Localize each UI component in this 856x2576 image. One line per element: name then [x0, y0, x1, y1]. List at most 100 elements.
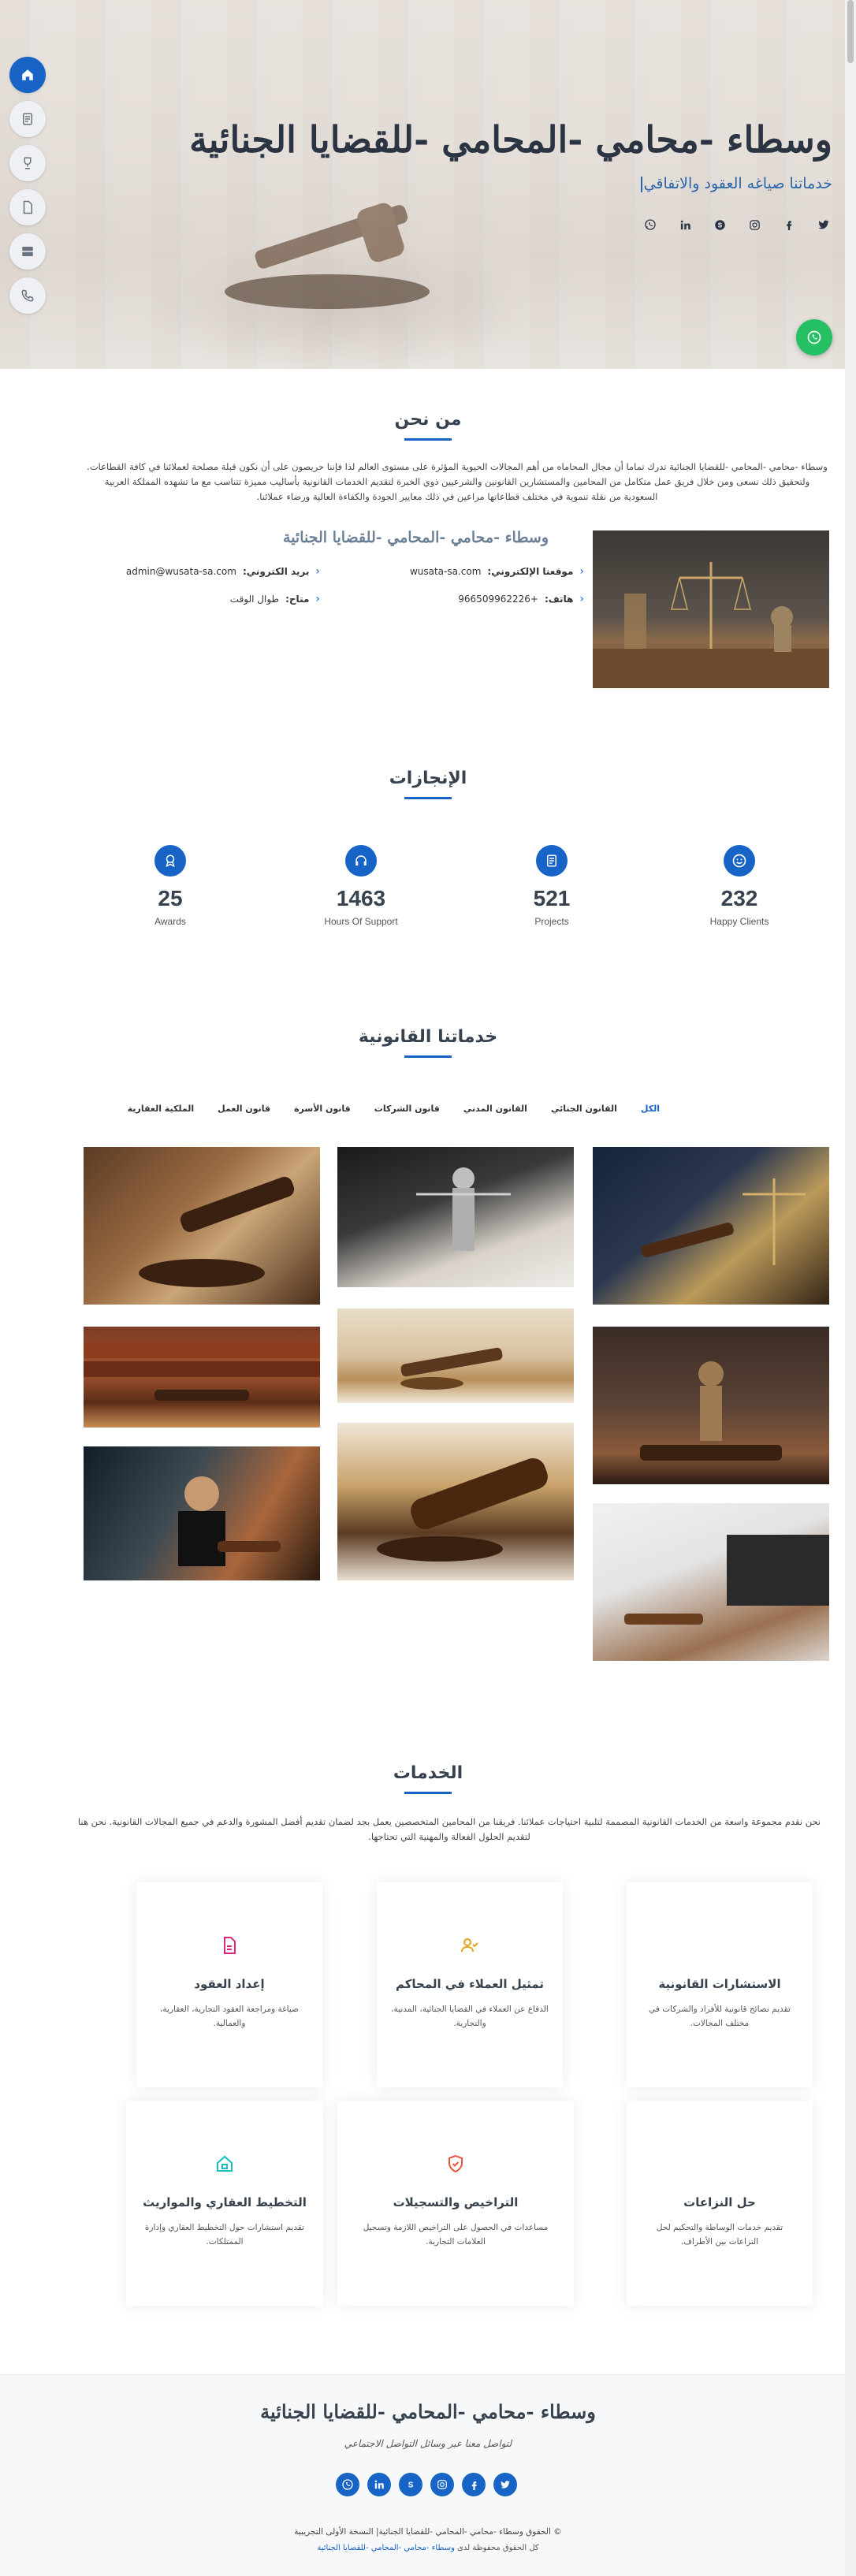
about-description: وسطاء -محامي -المحامي -للقضايا الجنائية … [87, 461, 828, 502]
whatsapp-icon [807, 330, 821, 344]
filter-family-law[interactable]: قانون الأسرة [294, 1104, 351, 1114]
filter-criminal-law[interactable]: القانون الجنائي [551, 1104, 617, 1114]
service-card-estate-planning[interactable]: التخطيط العقاري والمواريث تقديم استشارات… [126, 2101, 323, 2306]
gavel-books-image [139, 1176, 295, 1287]
info-email: ‹ بريد الكتروني: admin@wusata-sa.com [126, 565, 320, 578]
facebook-icon[interactable] [462, 2473, 486, 2496]
portfolio-item[interactable] [593, 1327, 829, 1484]
info-phone-value[interactable]: +966509962226 [458, 594, 538, 605]
gavel-scales-image [641, 1178, 806, 1265]
portfolio-item[interactable] [593, 1503, 829, 1661]
footer-title: وسطاء -محامي -المحامي -للقضايا الجنائية [260, 2400, 596, 2423]
info-website-value[interactable]: wusata-sa.com [410, 566, 481, 577]
portfolio-item[interactable] [593, 1147, 829, 1305]
service-title: تمثيل العملاء في المحاكم [395, 1977, 545, 1991]
stat-label: Happy Clients [709, 916, 769, 927]
skype-icon[interactable]: S [711, 216, 728, 233]
service-title: حل النزاعات [683, 2195, 756, 2209]
whatsapp-icon[interactable] [336, 2473, 359, 2496]
stat-value: 25 [158, 886, 183, 910]
linkedin-icon[interactable] [367, 2473, 391, 2496]
service-title: التخطيط العقاري والمواريث [143, 2195, 307, 2209]
hero-social-links: S [123, 216, 832, 233]
file-icon [23, 200, 32, 214]
facebook-icon[interactable] [780, 216, 798, 233]
portfolio-item[interactable] [84, 1147, 320, 1305]
scrollbar-thumb[interactable] [847, 0, 854, 63]
service-description: صياغة ومراجعة العقود التجارية، العقارية،… [160, 2005, 299, 2028]
service-card-licenses[interactable]: التراخيص والتسجيلات مساعدات في الحصول عل… [337, 2101, 574, 2306]
service-card-contracts[interactable]: إعداد العقود صياغة ومراجعة العقود التجار… [136, 1882, 322, 2087]
footer-social-links: S [336, 2473, 517, 2496]
nav-services-button[interactable] [9, 233, 46, 270]
shield-check-icon [709, 1934, 731, 1956]
hero-section: وسطاء -محامي -المحامي -للقضايا الجنائية … [0, 0, 856, 369]
page-scrollbar[interactable] [845, 0, 856, 2576]
page-root: وسطاء -محامي -المحامي -للقضايا الجنائية … [0, 0, 856, 2576]
stat-label: Projects [534, 916, 569, 927]
filter-labor-law[interactable]: قانون العمل [218, 1104, 270, 1114]
service-card-legal-consultation[interactable]: الاستشارات القانونية تقديم نصائح قانونية… [627, 1882, 813, 2087]
service-description: تقديم نصائح قانونية للأفراد والشركات في … [649, 2005, 791, 2028]
instagram-icon[interactable] [746, 216, 763, 233]
portfolio-item[interactable] [84, 1327, 320, 1428]
nav-home-button[interactable] [9, 57, 46, 93]
portfolio-item[interactable] [337, 1308, 574, 1403]
chevron-left-icon: ‹ [315, 593, 320, 605]
service-title: التراخيص والتسجيلات [393, 2195, 519, 2209]
house-icon [214, 2153, 236, 2175]
filter-all[interactable]: الكل [641, 1104, 660, 1114]
whatsapp-icon[interactable] [642, 216, 659, 233]
portfolio-item[interactable] [337, 1147, 574, 1287]
info-phone-label: هاتف: [544, 594, 574, 605]
svg-text:S: S [717, 221, 722, 229]
filter-real-estate[interactable]: الملكية العقارية [128, 1104, 194, 1114]
service-card-court-representation[interactable]: تمثيل العملاء في المحاكم الدفاع عن العمل… [377, 1882, 563, 2087]
nav-achievements-button[interactable] [9, 145, 46, 181]
linkedin-icon[interactable] [676, 216, 694, 233]
service-card-dispute-resolution[interactable]: حل النزاعات تقديم خدمات الوساطة والتحكيم… [627, 2101, 813, 2306]
typing-cursor [640, 176, 642, 192]
stat-projects: 521 Projects [457, 845, 646, 927]
service-description: تقديم استشارات حول التخطيط العقاري وإدار… [144, 2223, 305, 2247]
nav-contact-button[interactable] [9, 277, 46, 314]
about-heading: من نحن [394, 410, 462, 430]
journal-icon [536, 845, 568, 877]
chevron-left-icon: ‹ [579, 565, 584, 578]
portfolio-heading: خدماتنا القانونية [358, 1027, 498, 1047]
filter-corporate-law[interactable]: قانون الشركات [374, 1104, 440, 1114]
service-description: تقديم خدمات الوساطة والتحكيم لحل النزاعا… [656, 2223, 783, 2247]
skype-icon[interactable]: S [399, 2473, 422, 2496]
shield-check-icon [445, 2153, 467, 2175]
scales-icon [709, 2153, 731, 2175]
about-image-scales [593, 530, 829, 688]
services-intro: نحن نقدم مجموعة واسعة من الخدمات القانون… [77, 1816, 821, 1842]
about-heading-underline [404, 438, 452, 441]
law-books-image [84, 1342, 320, 1401]
service-description: مساعدات في الحصول على التراخيص اللازمة و… [363, 2223, 549, 2247]
chevron-left-icon: ‹ [579, 593, 584, 605]
smile-icon [724, 845, 755, 877]
portfolio-item[interactable] [84, 1446, 320, 1580]
info-email-value[interactable]: admin@wusata-sa.com [126, 566, 236, 577]
footer-copyright: © الحقوق وسطاء -محامي -المحامي -للقضايا … [294, 2527, 562, 2537]
nav-portfolio-button[interactable] [9, 189, 46, 225]
portfolio-item[interactable] [337, 1423, 574, 1580]
footer-subtitle: لتواصل معنا عبر وسائل التواصل الاجتماعي [344, 2438, 512, 2449]
judge-gavel-image [178, 1476, 281, 1566]
filter-civil-law[interactable]: القانون المدني [463, 1104, 527, 1114]
nav-about-button[interactable] [9, 101, 46, 137]
twitter-icon[interactable] [493, 2473, 517, 2496]
service-title: إعداد العقود [194, 1977, 265, 1991]
instagram-icon[interactable] [430, 2473, 454, 2496]
award-icon [154, 845, 186, 877]
gavel-closeup-image [377, 1457, 548, 1562]
hero-title: وسطاء -محامي -المحامي -للقضايا الجنائية [189, 118, 832, 161]
footer-credit-link[interactable]: وسطاء -محامي -المحامي -للقضايا الجنائية [317, 2544, 455, 2552]
info-phone: ‹ هاتف: +966509962226 [458, 593, 584, 605]
justice-statue-image [416, 1167, 511, 1251]
twitter-icon[interactable] [815, 216, 832, 233]
service-description: الدفاع عن العملاء في القضايا الجنائية، ا… [391, 2005, 549, 2028]
whatsapp-float-button[interactable] [796, 319, 832, 356]
chevron-left-icon: ‹ [315, 565, 320, 578]
